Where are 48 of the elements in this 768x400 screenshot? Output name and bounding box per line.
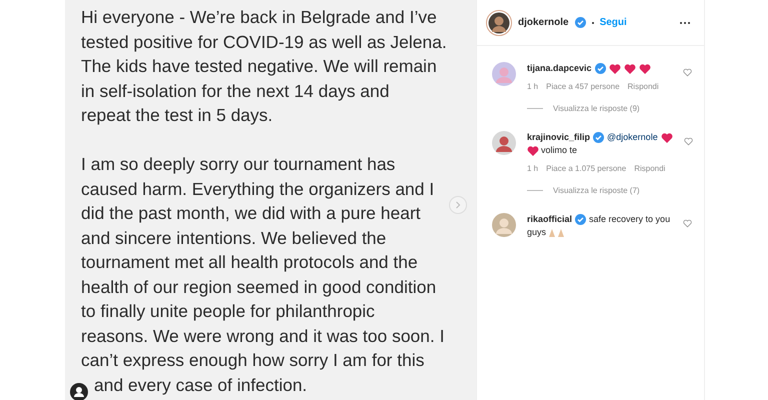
heart-icon [660, 132, 673, 144]
avatar[interactable] [486, 10, 512, 36]
heart-icon [624, 62, 636, 74]
heart-icon [638, 62, 651, 74]
post-text-line: and sincere intentions. We believed the [81, 226, 386, 250]
heart-icon [608, 62, 621, 74]
comment-time: 1 h [527, 163, 538, 175]
post-text-line: tournament met all health protocols and the [81, 251, 418, 274]
post-text-line: to finally unite people for philanthropic [81, 300, 375, 323]
comment-username[interactable]: krajinovic_filip [527, 131, 590, 144]
post-text-line: reasons. We were wrong and it was too soon. I [81, 324, 444, 348]
post-text-line: I am so deeply sorry our tournament has [81, 153, 396, 176]
post-text-line: tested positive for COVID-19 as well as Jelena. [81, 30, 447, 54]
heart-icon [527, 144, 539, 156]
chevron-right-icon [455, 201, 461, 209]
comment-time: 1 h [527, 81, 538, 93]
post-text-line: repeat the test in 5 days. [81, 104, 273, 127]
comment-text: safe recovery to you [589, 213, 670, 226]
follow-button[interactable]: Segui [600, 15, 627, 30]
praying-hands-icon [548, 228, 566, 237]
post-text-line: did the past month, we did with a pure heart [81, 202, 421, 225]
post-text-line: in self-isolation for the next 14 days and [81, 80, 390, 103]
reply-link[interactable]: Rispondi [628, 80, 659, 93]
post-text-line: caused harm. Everything the organizers and I [81, 178, 434, 201]
like-button[interactable] [683, 219, 692, 228]
post-text-line: health of our region seemed in good condition [81, 276, 436, 299]
heart-outline-icon [684, 137, 693, 146]
likes-count[interactable]: Piace a 457 persone [546, 80, 620, 93]
avatar[interactable] [492, 131, 516, 155]
like-button[interactable] [684, 137, 693, 146]
comment-text: volimo te [541, 144, 578, 157]
likes-count[interactable]: Piace a 1.075 persone [546, 162, 626, 175]
post-text-line: and every case of infection. [94, 374, 308, 397]
user-icon[interactable] [70, 383, 88, 400]
post-text-line: Hi everyone - We’re back in Belgrade and I’ve [81, 6, 437, 29]
post-text-line: The kids have tested negative. We will remain [81, 55, 437, 78]
comment-username[interactable]: tijana.dapcevic [527, 62, 592, 75]
view-replies-link[interactable]: Visualizza le risposte (7) [553, 184, 640, 197]
heart-outline-icon [683, 219, 692, 228]
reply-link[interactable]: Rispondi [634, 162, 666, 175]
like-button[interactable] [683, 68, 692, 77]
heart-outline-icon [683, 68, 692, 77]
comment-username[interactable]: rikaofficial [527, 213, 572, 226]
view-replies-link[interactable]: Visualizza le risposte (9) [553, 102, 640, 115]
comment-text: guys [527, 226, 546, 239]
username[interactable]: djokernole [518, 15, 569, 30]
post-text-line: can’t express enough how sorry I am for this [81, 349, 424, 372]
mention-link[interactable]: @djokernole [607, 131, 658, 144]
